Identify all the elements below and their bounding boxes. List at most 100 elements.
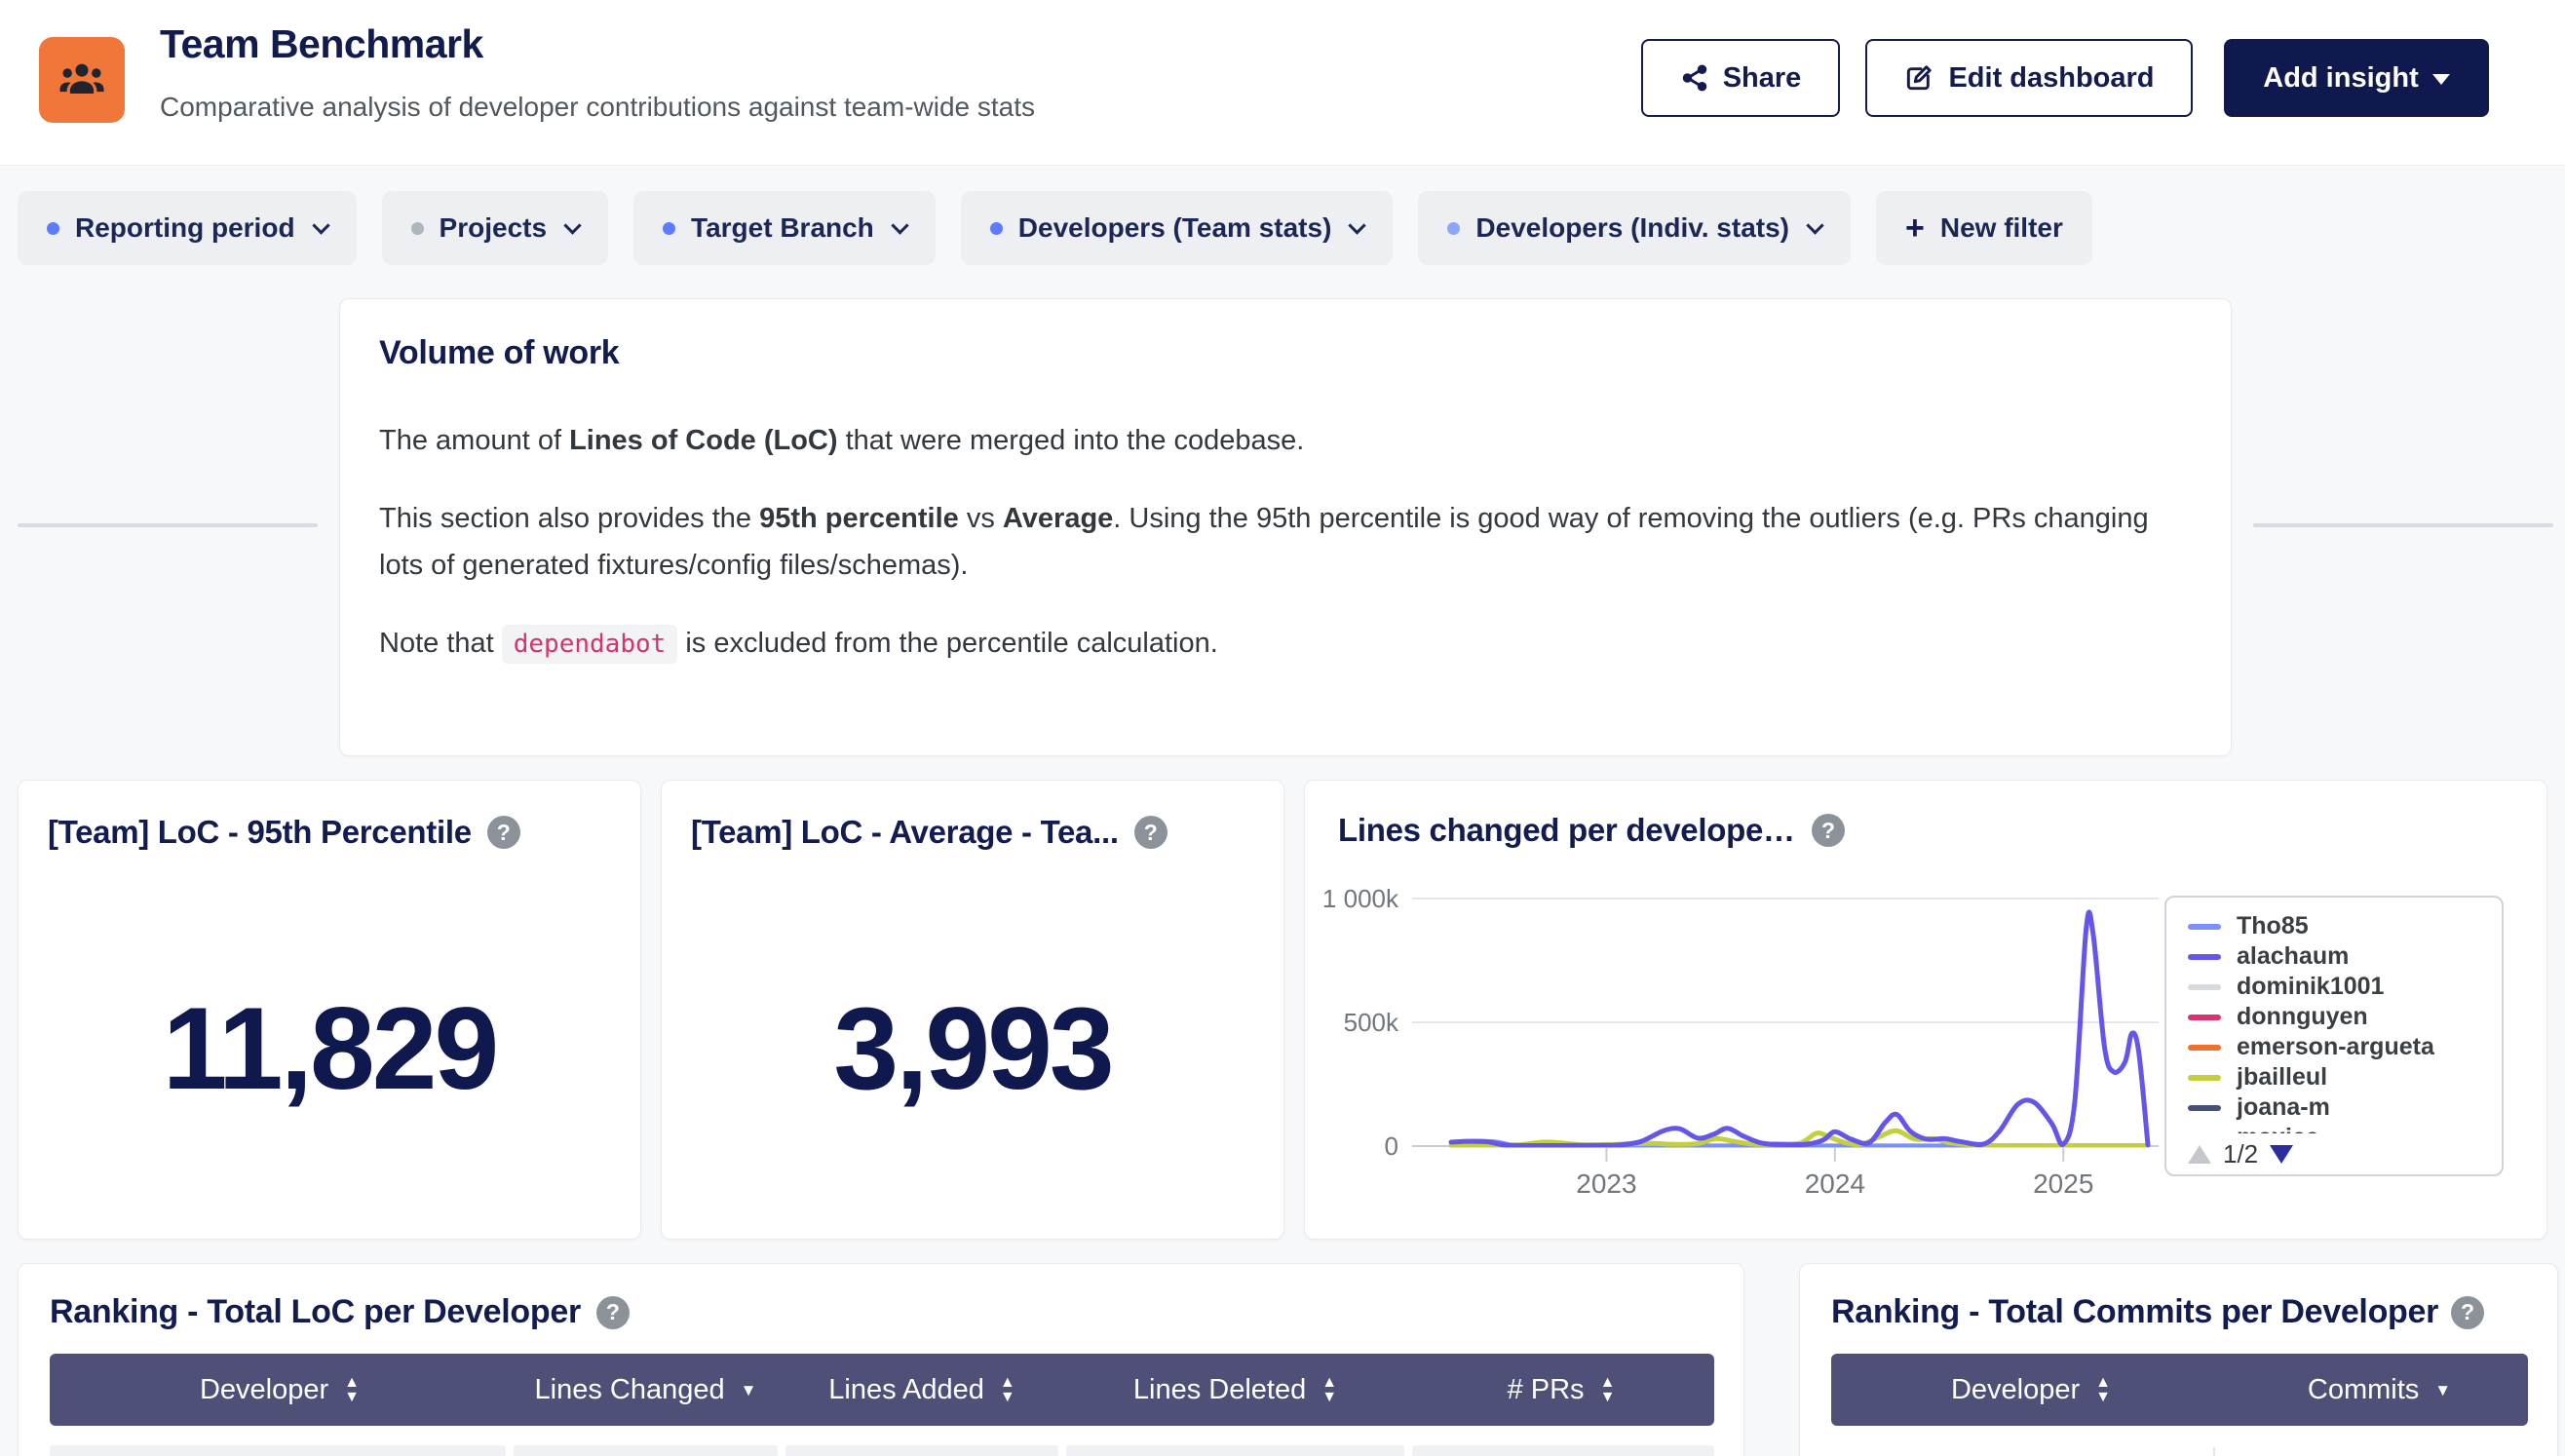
edit-dashboard-button[interactable]: Edit dashboard: [1865, 39, 2193, 117]
stat-card-more-options-button[interactable]: [599, 820, 623, 859]
edit-pencil-icon: [1903, 62, 1934, 94]
dependabot-code-chip: dependabot: [502, 625, 678, 664]
legend-page-down-icon[interactable]: [2270, 1145, 2293, 1164]
stat-value: 11,829: [19, 927, 640, 1170]
table-row: [50, 1445, 1714, 1456]
top-header: Team Benchmark Comparative analysis of d…: [0, 0, 2565, 166]
column-header-developer[interactable]: Developer: [50, 1354, 510, 1426]
filter-dot-icon: [663, 222, 675, 235]
filter-dot-icon: [990, 222, 1003, 235]
legend-label: donnguyen: [2237, 1003, 2368, 1031]
help-icon[interactable]: [596, 1296, 630, 1329]
filter-dot-icon: [411, 222, 424, 235]
stat-card-loc-average: [Team] LoC - Average - Tea... 3,993: [661, 780, 1284, 1240]
sort-icon[interactable]: [1321, 1375, 1337, 1404]
section-divider: [2253, 523, 2553, 527]
filter-developers-indiv-stats[interactable]: Developers (Indiv. stats): [1418, 191, 1851, 265]
sort-icon[interactable]: [1600, 1375, 1616, 1404]
sort-icon[interactable]: [344, 1375, 360, 1404]
filter-reporting-period[interactable]: Reporting period: [18, 191, 357, 265]
filter-projects[interactable]: Projects: [382, 191, 609, 265]
legend-item-jbailleul[interactable]: jbailleul: [2188, 1062, 2502, 1092]
svg-text:2025: 2025: [2033, 1169, 2093, 1199]
column-header-lines-added[interactable]: Lines Added: [782, 1354, 1062, 1426]
dashboard: { "header": { "title": "Team Benchmark",…: [0, 0, 2565, 1456]
users-group-icon: [56, 54, 108, 106]
chevron-down-icon: [1806, 216, 1823, 234]
sort-icon[interactable]: [1000, 1375, 1015, 1404]
filter-label: Target Branch: [691, 212, 874, 244]
filter-label: Developers (Team stats): [1018, 212, 1332, 244]
ranking-commits-title: Ranking - Total Commits per Developer: [1831, 1293, 2435, 1331]
sort-desc-icon[interactable]: [2434, 1382, 2451, 1399]
column-header-developer[interactable]: Developer: [1831, 1354, 2231, 1426]
filter-label: Projects: [440, 212, 548, 244]
series-line-alachaum: [1451, 912, 2148, 1146]
column-header-prs[interactable]: # PRs: [1408, 1354, 1714, 1426]
chart-legend: Tho85alachaumdominik1001donnguyenemerson…: [2164, 896, 2504, 1176]
filter-developers-team-stats[interactable]: Developers (Team stats): [961, 191, 1394, 265]
volume-card-more-options-button[interactable]: [2180, 342, 2203, 381]
help-icon[interactable]: [1134, 816, 1168, 849]
legend-item-emerson-argueta[interactable]: emerson-argueta: [2188, 1032, 2502, 1062]
volume-of-work-card: Volume of work The amount of Lines of Co…: [339, 298, 2232, 756]
page-title: Team Benchmark: [160, 21, 483, 67]
filter-dot-icon: [47, 222, 59, 235]
filter-target-branch[interactable]: Target Branch: [633, 191, 936, 265]
header-more-options-button[interactable]: [2522, 60, 2546, 99]
new-filter-label: New filter: [1940, 212, 2063, 244]
legend-swatch-icon: [2188, 1105, 2221, 1111]
chart-card-more-options-button[interactable]: [2502, 820, 2525, 859]
add-insight-button-label: Add insight: [2263, 62, 2418, 95]
column-header-lines-changed[interactable]: Lines Changed: [510, 1354, 782, 1426]
help-icon[interactable]: [2451, 1296, 2484, 1329]
chevron-down-icon: [312, 216, 329, 234]
svg-text:2024: 2024: [1805, 1169, 1865, 1199]
legend-item-donnguyen[interactable]: donnguyen: [2188, 1002, 2502, 1032]
chevron-down-icon: [2432, 74, 2450, 85]
legend-swatch-icon: [2188, 1045, 2221, 1051]
help-icon[interactable]: [487, 816, 520, 849]
legend-item-alachaum[interactable]: alachaum: [2188, 941, 2502, 972]
column-header-commits[interactable]: Commits: [2231, 1354, 2528, 1426]
svg-text:0: 0: [1385, 1131, 1398, 1161]
legend-item-Tho85[interactable]: Tho85: [2188, 911, 2502, 941]
svg-text:2023: 2023: [1576, 1169, 1636, 1199]
new-filter-button[interactable]: New filter: [1876, 191, 2092, 265]
sort-icon[interactable]: [2095, 1375, 2111, 1404]
chart-card-title: Lines changed per developer over time: [1338, 812, 1796, 849]
ranking-commits-more-options-button[interactable]: [2516, 1297, 2540, 1336]
cell-divider: [2213, 1447, 2215, 1456]
filter-dot-icon: [1447, 222, 1460, 235]
ranking-loc-title: Ranking - Total LoC per Developer: [50, 1293, 581, 1331]
plus-icon: [1905, 211, 1925, 245]
ranking-commits-card: Ranking - Total Commits per Developer De…: [1799, 1263, 2558, 1456]
legend-swatch-icon: [2188, 1075, 2221, 1081]
volume-card-title: Volume of work: [379, 334, 2192, 372]
legend-swatch-icon: [2188, 1015, 2221, 1020]
legend-swatch-icon: [2188, 924, 2221, 930]
ranking-loc-more-options-button[interactable]: [1703, 1297, 1726, 1336]
help-icon[interactable]: [1812, 814, 1845, 847]
sort-desc-icon[interactable]: [741, 1382, 757, 1399]
legend-item-joana-m[interactable]: joana-m: [2188, 1092, 2502, 1123]
section-divider: [18, 523, 318, 527]
stat-value: 3,993: [662, 927, 1283, 1170]
legend-label: dominik1001: [2237, 973, 2384, 1001]
legend-page-indicator: 1/2: [2223, 1139, 2258, 1169]
table-row[interactable]: tomazerneur 260: [1831, 1428, 2528, 1456]
share-button[interactable]: Share: [1641, 39, 1840, 117]
legend-pagination: 1/2: [2188, 1139, 2502, 1169]
stat-card-more-options-button[interactable]: [1243, 820, 1266, 859]
legend-page-up-icon[interactable]: [2188, 1145, 2211, 1164]
legend-item-dominik1001[interactable]: dominik1001: [2188, 972, 2502, 1002]
volume-paragraph-2: This section also provides the 95th perc…: [379, 495, 2182, 589]
add-insight-button[interactable]: Add insight: [2224, 39, 2489, 117]
svg-text:1 000k: 1 000k: [1322, 884, 1399, 913]
dashboard-icon: [39, 37, 125, 123]
edit-dashboard-button-label: Edit dashboard: [1948, 62, 2154, 95]
legend-item-maxica[interactable]: maxica: [2188, 1123, 2502, 1133]
column-header-lines-deleted[interactable]: Lines Deleted: [1062, 1354, 1408, 1426]
filter-label: Reporting period: [75, 212, 295, 244]
lines-changed-line-chart: 1 000k500k0202320242025: [1315, 866, 2192, 1207]
